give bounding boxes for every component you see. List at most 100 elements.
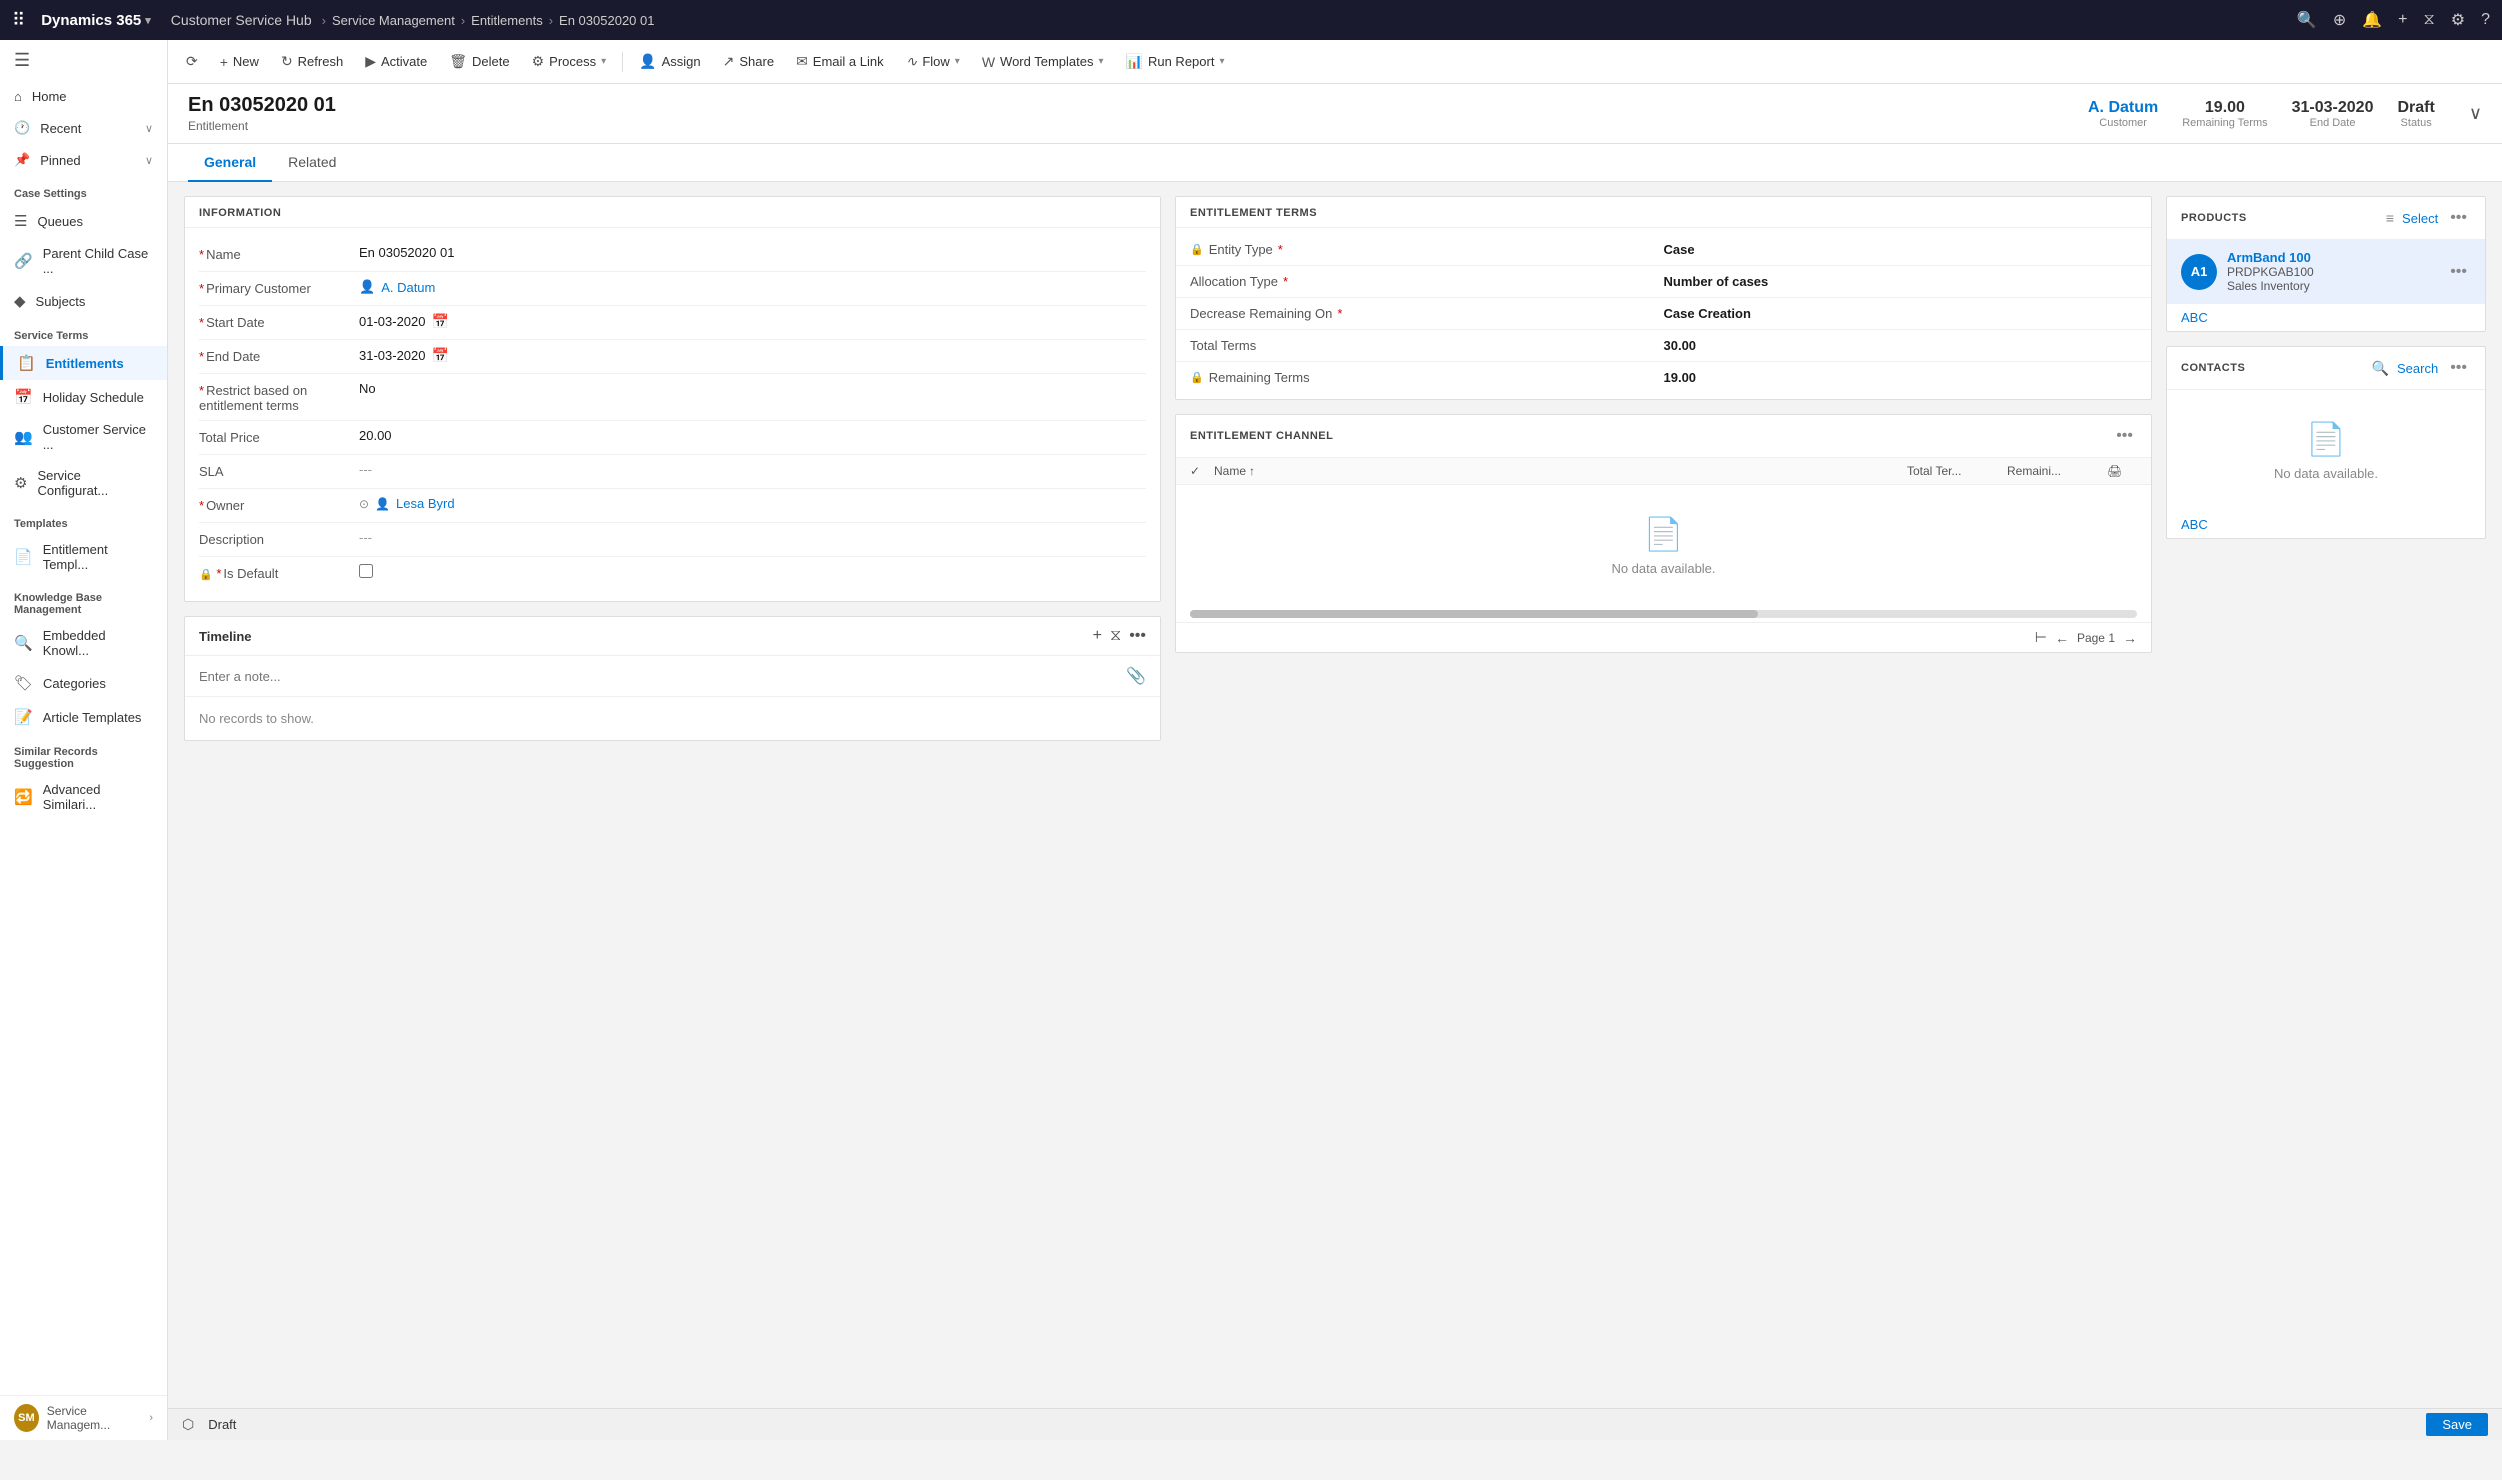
name-label: *Name	[199, 245, 359, 262]
assign-button[interactable]: 👤 Assign	[629, 47, 710, 76]
sidebar-item-queues[interactable]: ☰ Queues	[0, 204, 167, 238]
products-select-btn[interactable]: Select	[2402, 211, 2438, 226]
contacts-abc-link[interactable]: ABC	[2167, 511, 2485, 538]
run-report-button[interactable]: 📊 Run Report ▾	[1116, 47, 1235, 76]
breadcrumb-entitlements[interactable]: Entitlements	[471, 13, 543, 28]
ec-scrollbar[interactable]	[1190, 610, 2137, 618]
timeline-filter-icon[interactable]: ⧖	[1110, 627, 1121, 645]
customer-value[interactable]: A. Datum	[2088, 99, 2158, 117]
ec-table-header: ✓ Name ↑ Total Ter... Remaini... 🖨	[1176, 458, 2151, 485]
sidebar-item-article-templates[interactable]: 📝 Article Templates	[0, 700, 167, 734]
status-expand-icon[interactable]: ⬡	[182, 1416, 194, 1433]
refresh-button[interactable]: ↻ Refresh	[271, 47, 353, 76]
settings-icon[interactable]: ⚙	[2451, 10, 2465, 30]
sidebar-user[interactable]: SM Service Managem... ›	[0, 1395, 167, 1440]
case-settings-label: Case Settings	[0, 176, 167, 204]
content-area: ⟳ + New ↻ Refresh ▶ Activate 🗑 Delete ⚙ …	[168, 40, 2502, 1440]
is-default-lock: 🔒	[199, 569, 213, 581]
plus-icon[interactable]: +	[2398, 11, 2407, 29]
sidebar-item-advanced-similar[interactable]: 🔁 Advanced Similari...	[0, 774, 167, 820]
sidebar-label-queues: Queues	[37, 214, 83, 229]
product-item-more-btn[interactable]: •••	[2446, 261, 2471, 283]
sep1: ›	[322, 13, 326, 28]
email-link-button[interactable]: ✉ Email a Link	[786, 47, 894, 76]
header-expand-btn[interactable]: ∨	[2469, 103, 2482, 124]
timeline-add-icon[interactable]: +	[1093, 627, 1102, 645]
sidebar-item-recent[interactable]: 🕐 Recent ∨	[0, 112, 167, 144]
page-subtitle: Entitlement	[188, 119, 2088, 133]
sidebar-item-entitlements[interactable]: 📋 Entitlements	[0, 346, 167, 380]
sidebar-item-home[interactable]: ⌂ Home	[0, 81, 167, 112]
sidebar-item-pinned[interactable]: 📌 Pinned ∨	[0, 144, 167, 176]
app-name[interactable]: Dynamics 365 ▾	[41, 12, 151, 29]
product-item: A1 ArmBand 100 PRDPKGAB100 Sales Invento…	[2167, 240, 2485, 304]
tab-related[interactable]: Related	[272, 144, 352, 182]
article-templates-icon: 📝	[14, 708, 33, 726]
new-label: New	[233, 54, 259, 69]
timeline-more-icon[interactable]: •••	[1129, 627, 1146, 645]
primary-customer-value[interactable]: 👤 A. Datum	[359, 279, 1146, 295]
form-row-sla: SLA ---	[199, 455, 1146, 489]
sidebar-item-embedded-knowl[interactable]: 🔍 Embedded Knowl...	[0, 620, 167, 666]
timeline-header: Timeline + ⧖ •••	[185, 617, 1160, 656]
ec-page-next[interactable]: →	[2123, 630, 2137, 646]
name-required: *	[199, 247, 204, 262]
sidebar-item-categories[interactable]: 🏷 Categories	[0, 666, 167, 700]
products-abc-link[interactable]: ABC	[2167, 304, 2485, 331]
new-icon: +	[220, 54, 228, 70]
form-row-end-date: *End Date 31-03-2020 📅	[199, 340, 1146, 374]
filter-icon[interactable]: ⧖	[2424, 11, 2435, 29]
sidebar-item-parent-child-case[interactable]: 🔗 Parent Child Case ...	[0, 238, 167, 284]
form-row-owner: *Owner ⊙ 👤 Lesa Byrd	[199, 489, 1146, 523]
recent-icon: 🕐	[14, 120, 30, 136]
owner-icon: ⊙	[359, 497, 369, 511]
ec-col-print[interactable]: 🖨	[2107, 464, 2137, 478]
delete-button[interactable]: 🗑 Delete	[439, 47, 519, 76]
breadcrumb-service-mgmt[interactable]: Service Management	[332, 13, 455, 28]
help-circle-icon[interactable]: ⊕	[2333, 10, 2346, 30]
sidebar-item-holiday-schedule[interactable]: 📅 Holiday Schedule	[0, 380, 167, 414]
start-date-cal-icon[interactable]: 📅	[432, 313, 449, 330]
waffle-icon[interactable]: ⠿	[12, 10, 25, 31]
user-caret[interactable]: ›	[149, 1412, 153, 1424]
ec-page-label: Page 1	[2077, 631, 2115, 645]
flow-button[interactable]: ∿ Flow ▾	[896, 47, 970, 76]
total-terms-label: Total Terms	[1190, 338, 1664, 353]
product-name[interactable]: ArmBand 100	[2227, 250, 2436, 265]
owner-link[interactable]: Lesa Byrd	[396, 496, 455, 511]
page-header: En 03052020 01 Entitlement A. Datum Cust…	[168, 84, 2502, 144]
save-button[interactable]: Save	[2426, 1413, 2488, 1436]
ec-page-prev[interactable]: ←	[2055, 630, 2069, 646]
is-default-checkbox[interactable]	[359, 564, 373, 578]
ec-col-name[interactable]: Name ↑	[1214, 464, 1907, 478]
word-templates-button[interactable]: W Word Templates ▾	[972, 48, 1114, 76]
contacts-search-btn[interactable]: Search	[2397, 361, 2438, 376]
question-icon[interactable]: ?	[2481, 11, 2490, 29]
timeline-note-input[interactable]	[199, 669, 1118, 684]
app-caret[interactable]: ▾	[145, 14, 151, 27]
attachment-icon[interactable]: 📎	[1126, 666, 1146, 686]
sidebar-item-subjects[interactable]: ◆ Subjects	[0, 284, 167, 318]
search-icon[interactable]: 🔍	[2297, 10, 2317, 30]
activate-button[interactable]: ▶ Activate	[355, 47, 437, 76]
sidebar-item-entitlement-templ[interactable]: 📄 Entitlement Templ...	[0, 534, 167, 580]
sidebar-hamburger[interactable]: ☰	[0, 40, 167, 81]
contacts-more-btn[interactable]: •••	[2446, 357, 2471, 379]
sidebar-item-customer-service[interactable]: 👥 Customer Service ...	[0, 414, 167, 460]
ec-page-first[interactable]: ⊢	[2035, 629, 2047, 646]
sidebar-item-service-config[interactable]: ⚙ Service Configurat...	[0, 460, 167, 506]
end-date-label: End Date	[2292, 117, 2374, 129]
entity-type-label: 🔒 Entity Type *	[1190, 242, 1664, 257]
ec-scroll-thumb	[1190, 610, 1758, 618]
bell-icon[interactable]: 🔔	[2362, 10, 2382, 30]
ec-more-btn[interactable]: •••	[2112, 425, 2137, 447]
sidebar-label-embedded-knowl: Embedded Knowl...	[43, 628, 153, 658]
products-more-btn[interactable]: •••	[2446, 207, 2471, 229]
et-required3: *	[1337, 306, 1342, 321]
process-button[interactable]: ⚙ Process ▾	[522, 47, 617, 76]
end-date-cal-icon[interactable]: 📅	[432, 347, 449, 364]
tab-general[interactable]: General	[188, 144, 272, 182]
share-button[interactable]: ↗ Share	[713, 47, 784, 76]
history-btn[interactable]: ⟳	[176, 47, 208, 76]
new-button[interactable]: + New	[210, 48, 269, 76]
